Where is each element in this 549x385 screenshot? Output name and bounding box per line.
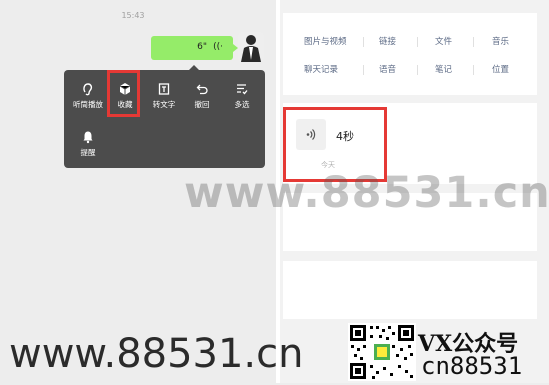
menu-item-label: 提醒 [80,148,96,157]
filter-notes[interactable]: 笔记 [435,63,452,75]
menu-item-recall[interactable]: 撤回 [182,81,222,110]
filter-images-videos[interactable]: 图片与视频 [304,35,347,47]
message-context-menu: 听筒播放 收藏 转文字 撤回 多选 提醒 [64,65,265,168]
filter-divider [363,65,364,75]
menu-item-to-text[interactable]: 转文字 [144,81,184,110]
watermark-bottom: www.88531.cn [9,331,304,377]
ear-icon [68,81,108,96]
voice-duration: 6" [197,42,207,52]
filter-divider [417,37,418,47]
filter-files[interactable]: 文件 [435,35,452,47]
watermark-center: www.88531.cn [184,168,549,218]
filter-voice[interactable]: 语音 [379,63,396,75]
menu-item-label: 听筒播放 [73,100,103,109]
menu-item-label: 撤回 [194,100,210,109]
filter-divider [417,65,418,75]
favorite-item-empty[interactable] [283,261,537,319]
menu-item-earpiece[interactable]: 听筒播放 [68,81,108,110]
menu-item-multiselect[interactable]: 多选 [222,81,262,110]
menu-item-label: 转文字 [152,100,176,109]
watermark-id: cn88531 [421,352,523,380]
filter-divider [473,65,474,75]
favorites-filter-card: 图片与视频 链接 文件 音乐 聊天记录 语音 笔记 位置 [283,13,537,95]
filter-chat-history[interactable]: 聊天记录 [304,63,338,75]
filter-links[interactable]: 链接 [379,35,396,47]
text-icon [144,81,184,95]
message-time: 15:43 [121,11,145,20]
filter-location[interactable]: 位置 [492,63,509,75]
bell-icon [68,129,108,144]
voice-wave-icon: ((· [213,42,223,52]
menu-item-label: 多选 [234,100,250,109]
undo-icon [182,81,222,95]
voice-message-bubble[interactable]: 6" ((· [151,36,238,60]
filter-divider [473,37,474,47]
filter-music[interactable]: 音乐 [492,35,509,47]
avatar[interactable] [238,32,264,62]
menu-item-remind[interactable]: 提醒 [68,129,108,158]
qr-code-icon [348,323,416,381]
highlight-box-favorite [107,70,140,117]
multiselect-icon [222,81,262,95]
filter-divider [363,37,364,47]
